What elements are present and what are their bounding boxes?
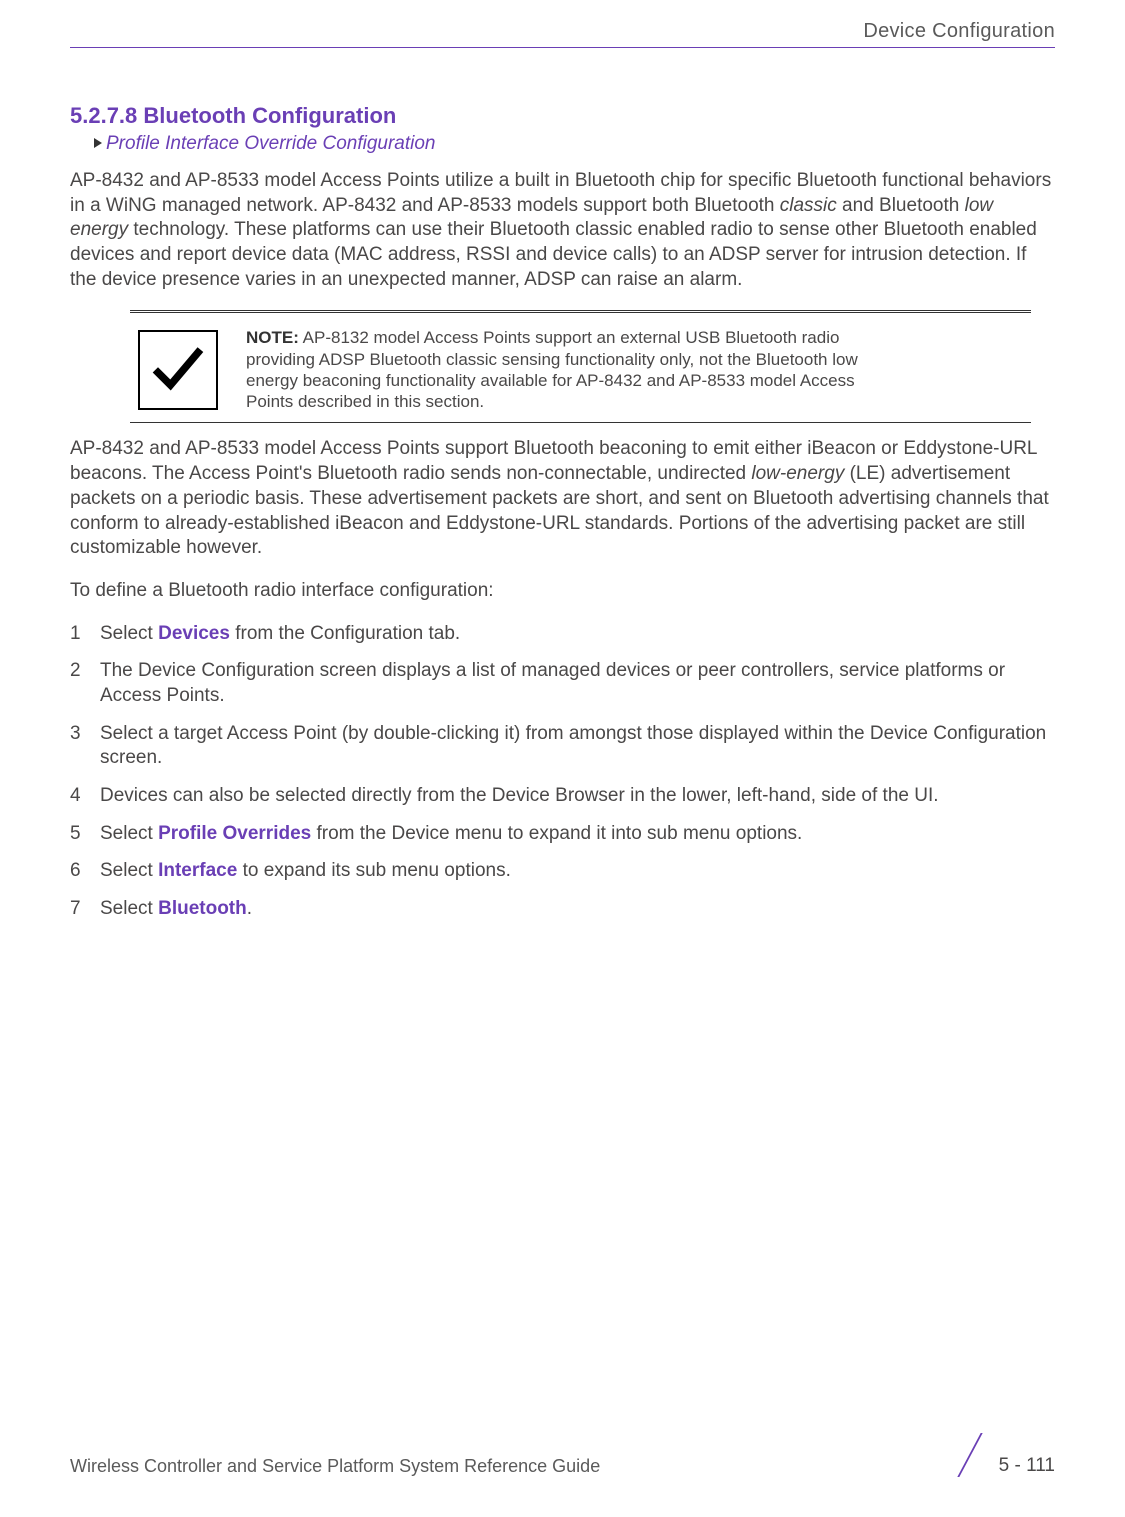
page-number: 5 - 111 [999, 1455, 1055, 1477]
step-6: Select Interface to expand its sub menu … [70, 859, 1055, 884]
step-2: The Device Configuration screen displays… [70, 659, 1055, 708]
breadcrumb-arrow-icon [94, 138, 102, 148]
paragraph-3: To define a Bluetooth radio interface co… [70, 579, 1055, 604]
checkmark-icon [138, 330, 218, 410]
running-header: Device Configuration [70, 20, 1055, 47]
note-bottom-rule [130, 422, 1031, 423]
breadcrumb: Profile Interface Override Configuration [94, 133, 1055, 155]
breadcrumb-text: Profile Interface Override Configuration [106, 133, 436, 154]
page-footer: Wireless Controller and Service Platform… [70, 1433, 1055, 1477]
step-3: Select a target Access Point (by double-… [70, 722, 1055, 771]
steps-list: Select Devices from the Configuration ta… [70, 622, 1055, 935]
section-title: Bluetooth Configuration [143, 103, 396, 128]
paragraph-2: AP-8432 and AP-8533 model Access Points … [70, 437, 1055, 560]
page-slash-icon [951, 1433, 987, 1477]
section-number: 5.2.7.8 [70, 103, 137, 128]
step-4: Devices can also be selected directly fr… [70, 784, 1055, 809]
step-1: Select Devices from the Configuration ta… [70, 622, 1055, 647]
step-5: Select Profile Overrides from the Device… [70, 822, 1055, 847]
footer-doc-title: Wireless Controller and Service Platform… [70, 1456, 600, 1477]
note-text: NOTE: AP-8132 model Access Points suppor… [246, 327, 886, 412]
step-7: Select Bluetooth. [70, 897, 1055, 922]
section-heading: 5.2.7.8 Bluetooth Configuration [70, 103, 1055, 129]
header-rule [70, 47, 1055, 48]
note-top-rule [130, 310, 1031, 317]
paragraph-1: AP-8432 and AP-8533 model Access Points … [70, 169, 1055, 292]
note-block: NOTE: AP-8132 model Access Points suppor… [130, 310, 1031, 423]
